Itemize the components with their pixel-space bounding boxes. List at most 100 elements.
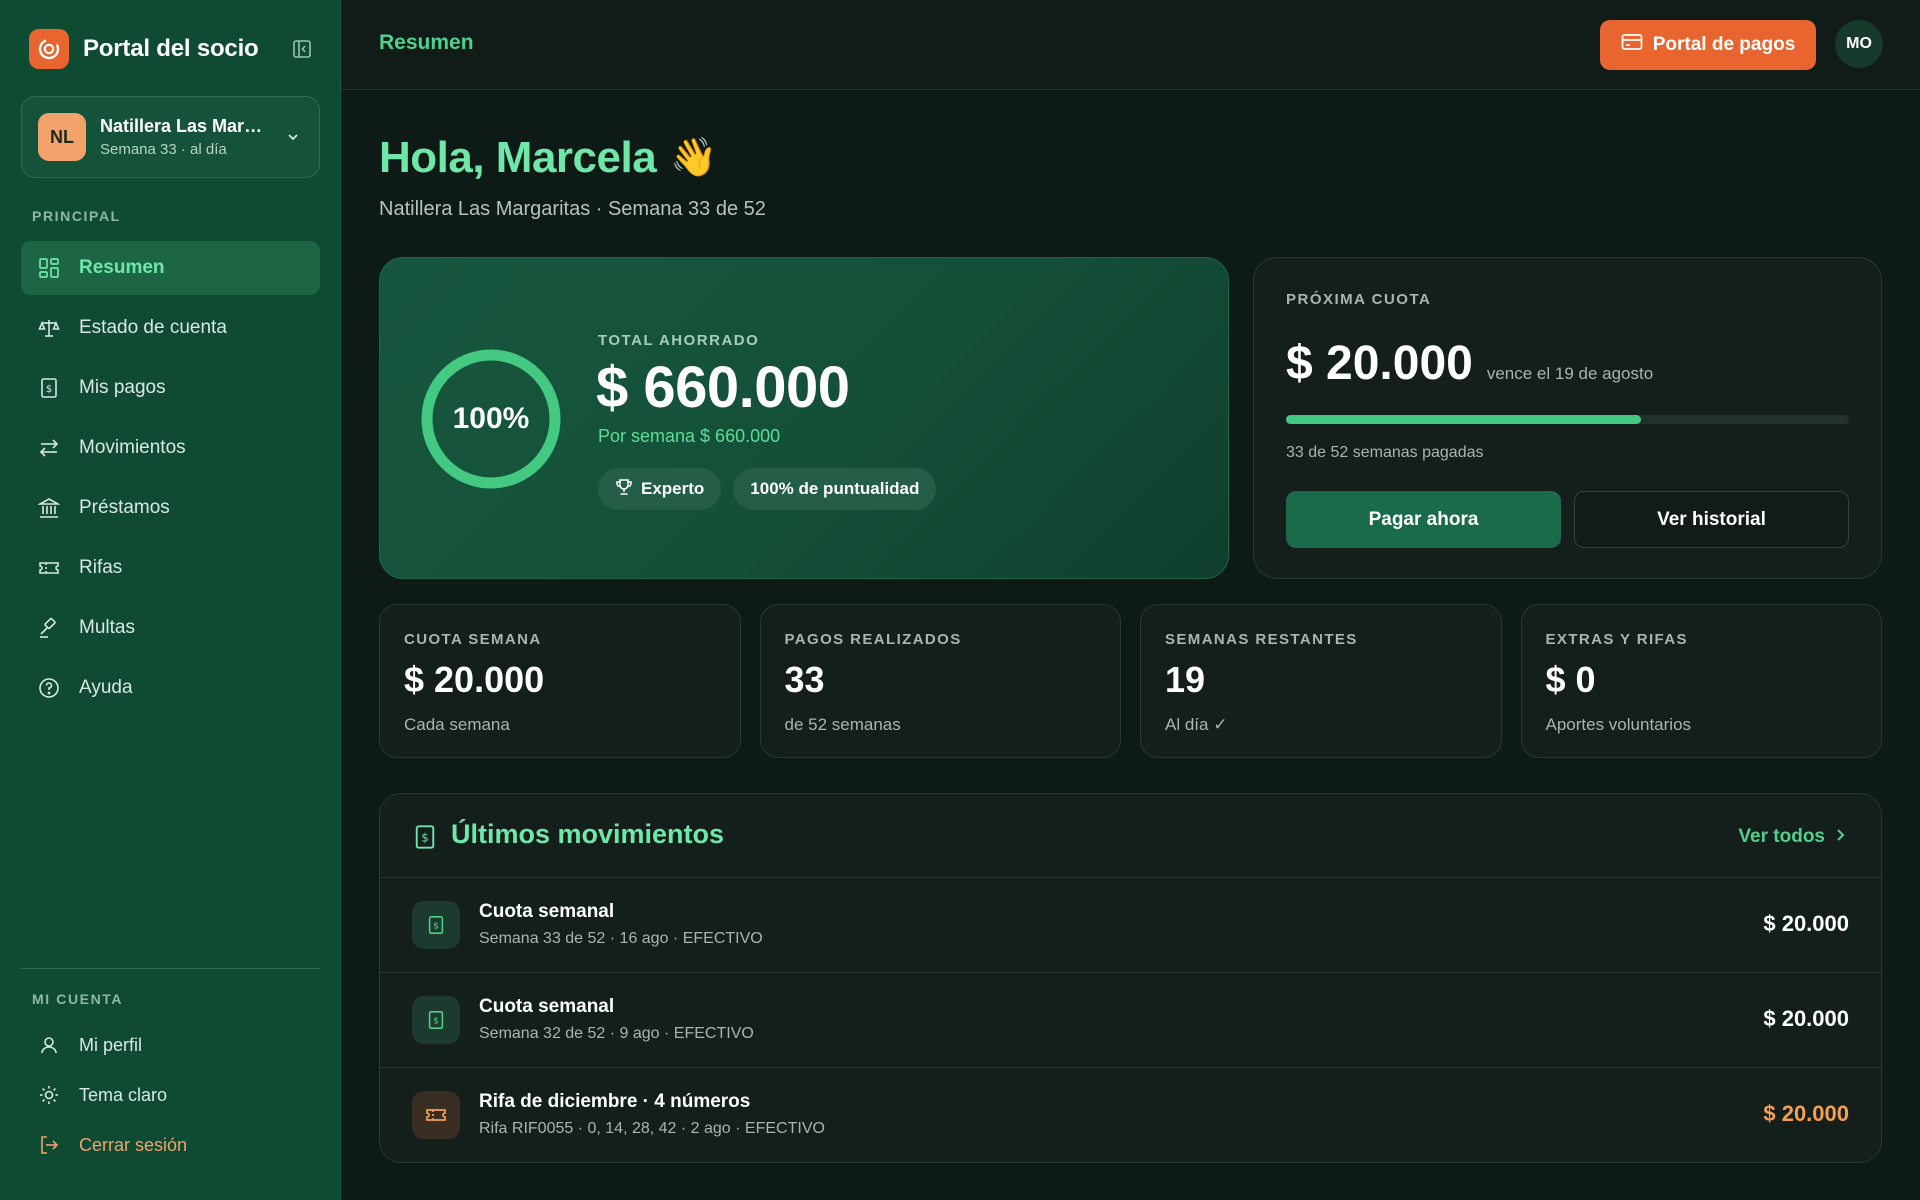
- weeks-progress-bar: [1286, 415, 1849, 424]
- sidebar-item-resumen[interactable]: Resumen: [21, 241, 320, 295]
- credit-card-icon: [1621, 33, 1643, 57]
- movement-detail: Semana 33 de 52 · 16 ago · EFECTIVO: [479, 930, 763, 947]
- sidebar-item-label: Movimientos: [79, 437, 186, 458]
- brand-logo-icon: [29, 29, 69, 69]
- movement-row[interactable]: $ Cuota semanal Semana 33 de 52 · 16 ago…: [380, 878, 1881, 973]
- movement-detail: Semana 32 de 52 · 9 ago · EFECTIVO: [479, 1025, 754, 1042]
- sidebar-item-cerrar-sesion[interactable]: Cerrar sesión: [21, 1120, 320, 1170]
- sidebar-item-prestamos[interactable]: Préstamos: [21, 481, 320, 535]
- sidebar-item-tema-claro[interactable]: Tema claro: [21, 1070, 320, 1120]
- help-icon: [37, 676, 61, 700]
- next-payment-due: vence el 19 de agosto: [1486, 364, 1654, 383]
- movement-amount: $ 20.000: [1763, 1101, 1849, 1126]
- gavel-icon: [37, 616, 61, 640]
- collapse-sidebar-icon[interactable]: [290, 37, 314, 61]
- stat-sub: Cada semana: [404, 715, 510, 734]
- sidebar-divider: [21, 968, 320, 969]
- sidebar-item-movimientos[interactable]: Movimientos: [21, 421, 320, 475]
- total-saved-label: TOTAL AHORRADO: [598, 332, 760, 349]
- receipt-icon: $: [412, 824, 438, 850]
- movement-title: Cuota semanal: [479, 901, 615, 922]
- ticket-icon: [412, 1091, 460, 1139]
- badge-label: Experto: [641, 479, 705, 498]
- movement-amount: $ 20.000: [1763, 1006, 1849, 1031]
- chevron-down-icon: [283, 127, 303, 147]
- stat-label: CUOTA SEMANA: [404, 631, 542, 648]
- recent-movements-card: $ Últimos movimientos Ver todos $ Cuota …: [379, 793, 1882, 1163]
- svg-text:$: $: [433, 922, 439, 932]
- stat-sub: de 52 semanas: [784, 715, 901, 734]
- receipt-icon: $: [412, 901, 460, 949]
- group-subheading: Natillera Las Margaritas · Semana 33 de …: [379, 198, 766, 220]
- movements-title: Últimos movimientos: [451, 819, 725, 849]
- sidebar-item-ayuda[interactable]: Ayuda: [21, 661, 320, 715]
- section-label-mi-cuenta: MI CUENTA: [32, 991, 124, 1007]
- pay-now-button[interactable]: Pagar ahora: [1286, 491, 1561, 548]
- sidebar-item-label: Préstamos: [79, 497, 170, 518]
- svg-text:$: $: [433, 1017, 439, 1027]
- badge-label: 100% de puntualidad: [750, 479, 920, 498]
- sidebar-item-label: Estado de cuenta: [79, 317, 227, 338]
- greeting-text: Hola, Marcela: [379, 133, 657, 182]
- logout-icon: [37, 1133, 61, 1157]
- ticket-icon: [37, 556, 61, 580]
- badge-experto: Experto: [598, 468, 722, 510]
- group-status: Semana 33 · al día: [100, 141, 227, 158]
- total-saved-amount: $ 660.000: [596, 355, 850, 420]
- movement-title: Cuota semanal: [479, 996, 615, 1017]
- movements-header: $ Últimos movimientos Ver todos: [380, 794, 1881, 878]
- sidebar-item-multas[interactable]: Multas: [21, 601, 320, 655]
- see-all-label: Ver todos: [1738, 826, 1825, 847]
- movement-row[interactable]: Rifa de diciembre · 4 números Rifa RIF00…: [380, 1068, 1881, 1162]
- stat-sub: Al día ✓: [1165, 715, 1228, 734]
- topbar: Resumen Portal de pagos MO: [341, 0, 1920, 90]
- stat-card-pagos-realizados: PAGOS REALIZADOS 33 de 52 semanas: [759, 604, 1121, 758]
- badges: Experto 100% de puntualidad: [598, 468, 937, 510]
- sidebar-item-rifas[interactable]: Rifas: [21, 541, 320, 595]
- dashboard-icon: [37, 256, 61, 280]
- sidebar-item-label: Mi perfil: [79, 1034, 143, 1055]
- greeting: Hola, Marcela 👋: [379, 133, 718, 183]
- chevron-right-icon: [1835, 826, 1847, 848]
- stat-label: PAGOS REALIZADOS: [784, 631, 962, 648]
- sidebar-item-mi-perfil[interactable]: Mi perfil: [21, 1020, 320, 1070]
- receipt-icon: $: [412, 996, 460, 1044]
- stat-card-cuota-semana: CUOTA SEMANA $ 20.000 Cada semana: [379, 604, 741, 758]
- total-saved-card: 100% TOTAL AHORRADO $ 660.000 Por semana…: [379, 257, 1229, 579]
- bank-icon: [37, 496, 61, 520]
- sidebar-item-mis-pagos[interactable]: $ Mis pagos: [21, 361, 320, 415]
- sidebar-item-label: Tema claro: [79, 1084, 168, 1105]
- brand-title: Portal del socio: [83, 35, 259, 62]
- brand: Portal del socio: [29, 29, 314, 69]
- user-avatar[interactable]: MO: [1835, 20, 1883, 68]
- sidebar-item-estado-de-cuenta[interactable]: Estado de cuenta: [21, 301, 320, 355]
- per-week-text: Por semana $ 660.000: [598, 426, 781, 446]
- sidebar: Portal del socio NL Natillera Las Margar…: [0, 0, 341, 1200]
- pay-portal-button[interactable]: Portal de pagos: [1600, 20, 1816, 70]
- weeks-progress-fill: [1286, 415, 1641, 424]
- scale-icon: [37, 316, 61, 340]
- view-history-button[interactable]: Ver historial: [1574, 491, 1849, 548]
- stat-value: 19: [1165, 659, 1206, 700]
- movement-title: Rifa de diciembre · 4 números: [479, 1091, 751, 1112]
- sidebar-item-label: Multas: [79, 617, 135, 638]
- badge-puntualidad: 100% de puntualidad: [733, 468, 937, 510]
- transfer-icon: [37, 436, 61, 460]
- weeks-paid-text: 33 de 52 semanas pagadas: [1286, 444, 1484, 461]
- movement-row[interactable]: $ Cuota semanal Semana 32 de 52 · 9 ago …: [380, 973, 1881, 1068]
- stat-card-semanas-restantes: SEMANAS RESTANTES 19 Al día ✓: [1140, 604, 1502, 758]
- next-payment-card: PRÓXIMA CUOTA $ 20.000 vence el 19 de ag…: [1253, 257, 1882, 579]
- group-selector[interactable]: NL Natillera Las Margaritas Semana 33 · …: [21, 96, 320, 178]
- stat-value: $ 0: [1545, 659, 1596, 700]
- page-title: Resumen: [379, 31, 474, 54]
- stat-card-extras-y-rifas: EXTRAS Y RIFAS $ 0 Aportes voluntarios: [1520, 604, 1882, 758]
- see-all-link[interactable]: Ver todos: [1738, 826, 1847, 848]
- pay-portal-label: Portal de pagos: [1652, 34, 1796, 55]
- svg-text:$: $: [46, 384, 52, 395]
- sun-icon: [37, 1083, 61, 1107]
- stat-value: $ 20.000: [404, 659, 545, 700]
- next-payment-amount: $ 20.000: [1286, 337, 1473, 390]
- account-nav: Mi perfil Tema claro Cerrar sesión: [21, 1020, 320, 1170]
- ring-percent-label: 100%: [452, 402, 530, 435]
- movement-detail: Rifa RIF0055 · 0, 14, 28, 42 · 2 ago · E…: [479, 1120, 825, 1137]
